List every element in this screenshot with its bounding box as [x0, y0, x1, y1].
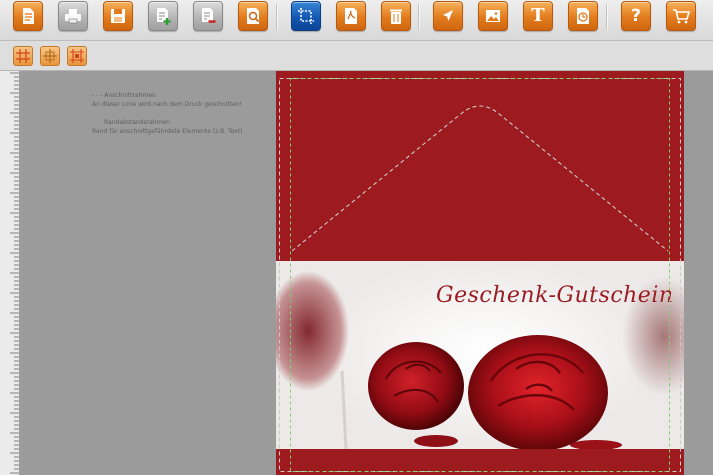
alignment-toolbar [0, 41, 713, 71]
distribute-icon [70, 49, 84, 63]
flap-fold-line [291, 105, 669, 252]
text-t-icon: T [531, 5, 545, 26]
margin-frame [290, 78, 670, 472]
add-page-icon [157, 8, 171, 25]
crop-marks-button[interactable] [291, 1, 321, 31]
crop-marks-icon [298, 8, 314, 24]
image-tool-button[interactable] [478, 1, 508, 31]
text-tool-button[interactable]: T [523, 1, 553, 31]
preview-button[interactable] [238, 1, 268, 31]
voucher-card[interactable]: Geschenk-Gutschein [276, 71, 684, 475]
center-align-icon [43, 49, 57, 63]
trash-icon [390, 9, 402, 24]
main-toolbar: T ? [0, 0, 713, 41]
distribute-button[interactable] [67, 46, 87, 66]
legend-bleed-title: - - - Anschnittrahmen [92, 92, 156, 99]
arrow-cursor-icon [443, 10, 453, 21]
shopping-cart-icon [673, 9, 691, 24]
cart-button[interactable] [666, 1, 696, 31]
print-button[interactable] [58, 1, 88, 31]
clip-art-button[interactable] [568, 1, 598, 31]
bleed-frame [279, 78, 681, 472]
document-icon [23, 8, 34, 24]
legend-margin-desc: Rand für anschnittgefährdete Elemente (z… [92, 128, 243, 135]
printer-icon [65, 9, 81, 24]
legend-bleed-desc: An dieser Linie wird nach dem Druck gesc… [92, 101, 243, 108]
vertical-ruler [0, 71, 20, 475]
align-center-button[interactable] [40, 46, 60, 66]
question-icon: ? [631, 5, 641, 26]
floppy-disk-icon [111, 9, 125, 23]
remove-page-button[interactable] [193, 1, 223, 31]
ruler-ticks [10, 72, 19, 474]
clipart-icon [577, 8, 589, 24]
magnifier-document-icon [247, 8, 260, 24]
align-grid-button[interactable] [13, 46, 33, 66]
save-button[interactable] [103, 1, 133, 31]
remove-page-icon [202, 8, 216, 23]
design-canvas[interactable]: - - - Anschnittrahmen An dieser Linie wi… [20, 71, 713, 475]
new-document-button[interactable] [13, 1, 43, 31]
image-icon [486, 10, 500, 22]
pdf-export-button[interactable] [336, 1, 366, 31]
delete-button[interactable] [381, 1, 411, 31]
pdf-document-icon [345, 8, 357, 24]
add-page-button[interactable] [148, 1, 178, 31]
grid-align-icon [16, 49, 30, 63]
guide-frames [279, 78, 681, 472]
frame-legend: - - - Anschnittrahmen An dieser Linie wi… [92, 91, 243, 136]
help-button[interactable]: ? [621, 1, 651, 31]
select-tool-button[interactable] [433, 1, 463, 31]
legend-margin-title: Randabstandsrahmen [104, 119, 170, 126]
